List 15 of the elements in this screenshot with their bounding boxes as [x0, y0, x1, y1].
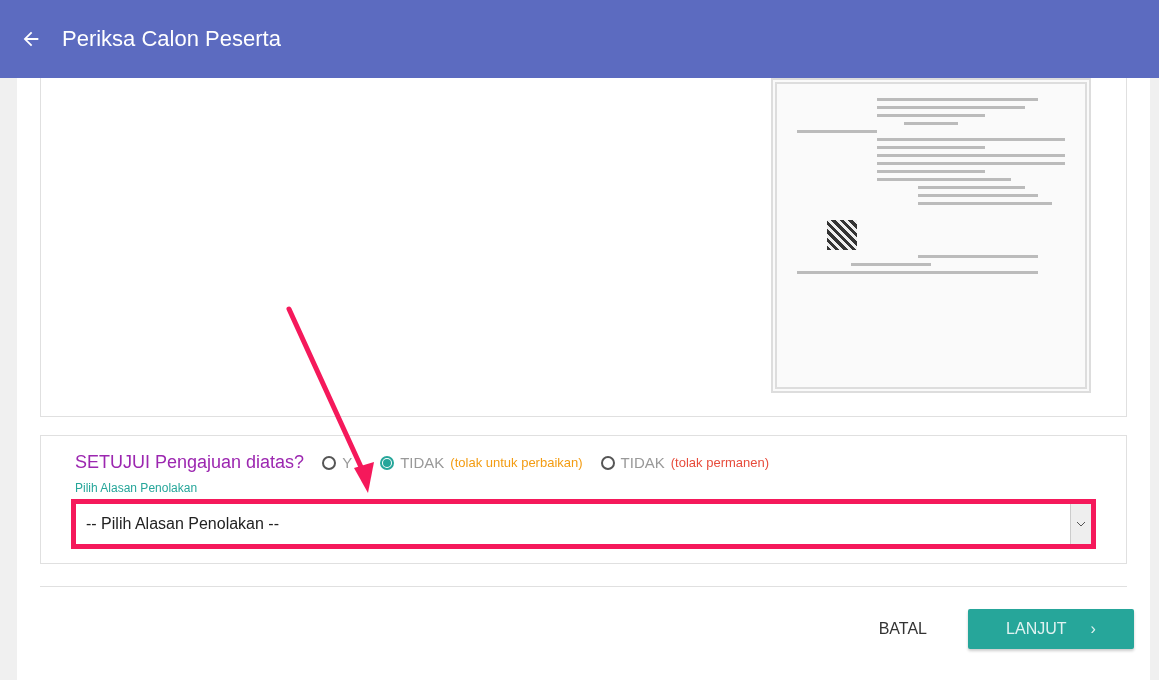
option-note: (tolak permanen) — [670, 455, 770, 470]
radio-option[interactable]: TIDAK (tolak untuk perbaikan) — [380, 454, 583, 471]
radio-option[interactable]: Y — [322, 454, 353, 471]
caret-icon — [1076, 521, 1086, 527]
reason-select[interactable]: -- Pilih Alasan Penolakan -- — [71, 499, 1096, 549]
option-label: Y — [342, 454, 353, 471]
radio-option[interactable]: TIDAK (tolak permanen) — [600, 454, 770, 471]
page-title: Periksa Calon Peserta — [62, 26, 281, 52]
field-label: Pilih Alasan Penolakan — [75, 481, 199, 495]
option-note: (tolak untuk perbaikan) — [450, 455, 583, 470]
cancel-button[interactable]: BATAL — [872, 619, 933, 639]
question-label: SETUJUI Pengajuan diatas? — [75, 452, 305, 473]
option-label: TIDAK — [400, 454, 445, 471]
next-button[interactable]: LANJUT › — [968, 609, 1134, 649]
option-label: TIDAK — [620, 454, 665, 471]
